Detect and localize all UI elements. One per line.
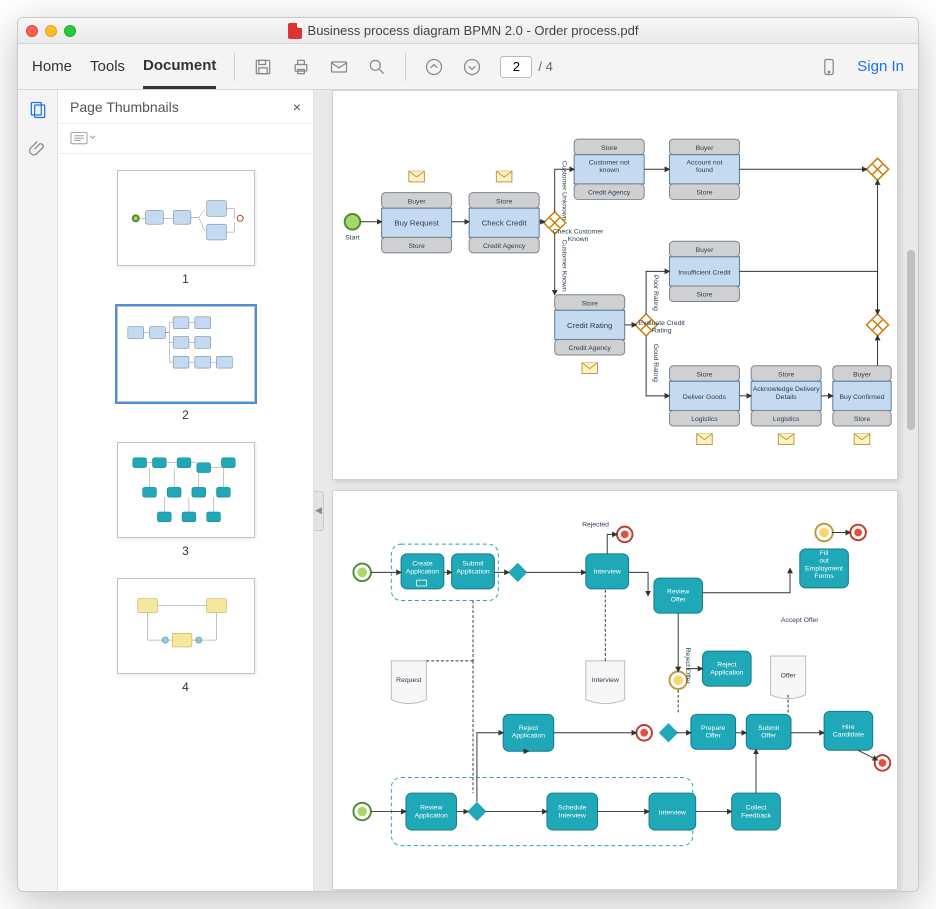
svg-text:Store: Store (778, 371, 794, 378)
node-insufficient-credit: Buyer Insufficient Credit Store (669, 241, 739, 301)
svg-text:Good Rating: Good Rating (652, 344, 659, 382)
svg-text:ScheduleInterview: ScheduleInterview (558, 805, 587, 820)
svg-text:Logistics: Logistics (691, 416, 718, 423)
node-account-not-found: Buyer Account notfound Store (669, 139, 739, 199)
tab-tools[interactable]: Tools (90, 46, 125, 87)
tab-home[interactable]: Home (32, 46, 72, 87)
page-down-icon[interactable] (462, 57, 482, 77)
node-acknowledge: Store Acknowledge DeliveryDetails Logist… (751, 366, 821, 445)
thumbnail-4[interactable]: 4 (117, 578, 255, 694)
thumbnail-3[interactable]: 3 (117, 442, 255, 558)
svg-text:Interview: Interview (592, 677, 619, 684)
svg-text:Credit Agency: Credit Agency (569, 345, 612, 352)
svg-text:Store: Store (496, 198, 512, 205)
app-window: Business process diagram BPMN 2.0 - Orde… (17, 17, 919, 892)
bpmn-order-diagram: Start Buyer Buy Request Store Store Chec… (333, 91, 897, 479)
page-total: / 4 (538, 59, 552, 74)
bpmn-hiring-diagram: CreateApplication SubmitApplication Inte… (333, 491, 897, 889)
svg-text:Buy Confirmed: Buy Confirmed (840, 394, 885, 401)
svg-text:Store: Store (409, 243, 425, 250)
close-sidebar-icon[interactable]: × (293, 99, 301, 115)
thumbnail-number: 1 (182, 272, 189, 286)
node-customer-unknown: Store Customer notknown Credit Agency (574, 139, 644, 199)
svg-text:Store: Store (696, 190, 712, 197)
sidebar-options[interactable] (58, 124, 313, 154)
svg-text:Accept Offer: Accept Offer (781, 617, 819, 624)
thumbnail-number: 3 (182, 544, 189, 558)
svg-text:Store: Store (582, 300, 598, 307)
sidebar: Page Thumbnails × 1 (58, 90, 314, 891)
node-credit-rating: Store Credit Rating Credit Agency (555, 295, 625, 374)
thumbnails-rail-icon[interactable] (28, 100, 48, 125)
svg-text:Store: Store (601, 145, 617, 152)
thumbnail-number: 2 (182, 408, 189, 422)
attachments-rail-icon[interactable] (28, 139, 48, 164)
svg-text:Interview: Interview (659, 809, 686, 816)
zoom-window-button[interactable] (64, 25, 76, 37)
toolbar: Home Tools Document / 4 Sign In (18, 44, 918, 90)
collapse-sidebar-handle[interactable]: ◀ (314, 491, 324, 531)
svg-text:Credit Rating: Credit Rating (567, 321, 612, 330)
sidebar-header: Page Thumbnails × (58, 90, 313, 124)
thumbnail-number: 4 (182, 680, 189, 694)
tab-document[interactable]: Document (143, 45, 216, 89)
svg-text:Buyer: Buyer (696, 145, 714, 152)
pdf-file-icon (288, 23, 302, 39)
page-up-icon[interactable] (424, 57, 444, 77)
print-icon[interactable] (291, 57, 311, 77)
svg-text:Credit Agency: Credit Agency (483, 243, 526, 250)
svg-text:Credit Agency: Credit Agency (588, 190, 631, 197)
svg-text:Store: Store (696, 371, 712, 378)
svg-text:Buyer: Buyer (853, 371, 871, 378)
vertical-scrollbar[interactable] (907, 250, 915, 430)
search-icon[interactable] (367, 57, 387, 77)
content-area: Page Thumbnails × 1 (18, 90, 918, 891)
document-title: Business process diagram BPMN 2.0 - Orde… (308, 23, 639, 38)
node-deliver-goods: Store Deliver Goods Logistics (669, 366, 739, 445)
svg-text:Customer Unknown: Customer Unknown (560, 161, 567, 221)
page-2-top: Start Buyer Buy Request Store Store Chec… (332, 90, 898, 480)
left-rail (18, 90, 58, 891)
svg-text:SubmitOffer: SubmitOffer (758, 725, 779, 740)
svg-text:Interview: Interview (594, 568, 621, 575)
document-view[interactable]: ◀ Start Buyer Buy Request Store (314, 90, 918, 891)
svg-text:Buyer: Buyer (408, 198, 426, 205)
svg-text:Request: Request (396, 677, 421, 684)
thumbnail-1[interactable]: 1 (117, 170, 255, 286)
svg-text:Buyer: Buyer (696, 247, 714, 254)
email-icon[interactable] (329, 57, 349, 77)
svg-text:Logistics: Logistics (773, 416, 800, 423)
svg-text:Poor Rating: Poor Rating (652, 275, 659, 311)
svg-text:Customer Known: Customer Known (560, 239, 567, 291)
node-check-credit: Store Check Credit Credit Agency (469, 171, 539, 253)
svg-text:Rejected: Rejected (582, 522, 609, 529)
sidebar-title: Page Thumbnails (70, 99, 179, 115)
gateway-merge-mid (867, 314, 889, 336)
svg-text:Buy Request: Buy Request (394, 219, 439, 228)
node-buy-confirmed: Buyer Buy Confirmed Store (833, 366, 891, 445)
sign-in-link[interactable]: Sign In (857, 58, 904, 75)
gateway-merge-top (867, 158, 889, 180)
window-title: Business process diagram BPMN 2.0 - Orde… (76, 23, 850, 39)
page-2-bottom: CreateApplication SubmitApplication Inte… (332, 490, 898, 890)
svg-text:Start: Start (345, 234, 359, 241)
thumbnail-list: 1 2 (58, 154, 313, 891)
close-window-button[interactable] (26, 25, 38, 37)
page-number-input[interactable] (500, 56, 532, 78)
svg-text:Insufficient Credit: Insufficient Credit (678, 269, 730, 276)
svg-text:Deliver Goods: Deliver Goods (683, 394, 727, 401)
svg-text:Reject Offer: Reject Offer (684, 648, 691, 685)
save-icon[interactable] (253, 57, 273, 77)
minimize-window-button[interactable] (45, 25, 57, 37)
svg-text:Store: Store (854, 416, 870, 423)
svg-text:Store: Store (696, 292, 712, 299)
thumbnail-2[interactable]: 2 (117, 306, 255, 422)
mobile-icon[interactable] (819, 57, 839, 77)
node-buy-request: Buyer Buy Request Store (382, 171, 452, 253)
titlebar: Business process diagram BPMN 2.0 - Orde… (18, 18, 918, 44)
svg-text:Check CustomerKnown: Check CustomerKnown (553, 228, 604, 243)
window-controls (26, 25, 76, 37)
svg-text:Offer: Offer (781, 672, 797, 679)
svg-text:Check Credit: Check Credit (482, 219, 528, 228)
